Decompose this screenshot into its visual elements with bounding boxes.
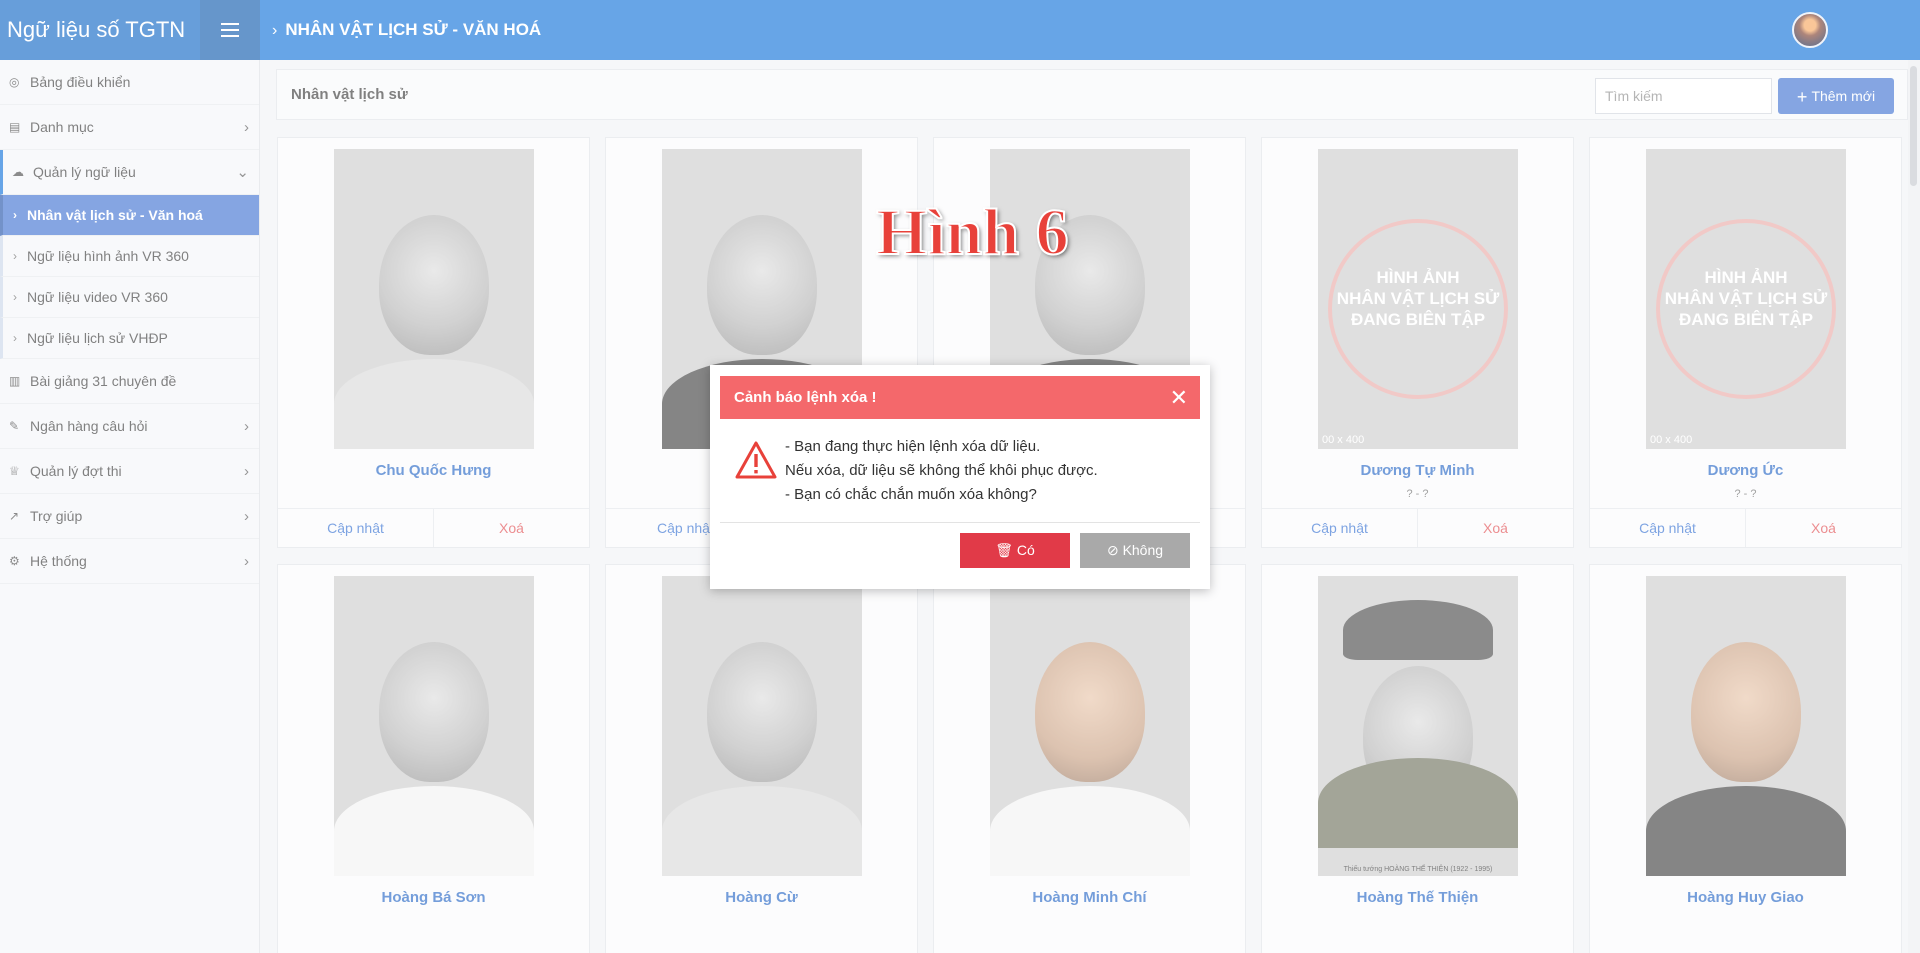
dialog-header: Cảnh báo lệnh xóa ! ✕: [720, 376, 1200, 419]
delete-confirm-dialog: Cảnh báo lệnh xóa ! ✕ - Bạn đang thực hi…: [710, 365, 1210, 589]
dialog-line: - Bạn có chắc chắn muốn xóa không?: [785, 486, 1037, 503]
confirm-delete-button[interactable]: 🗑︎ Có: [960, 533, 1070, 568]
dialog-line: Nếu xóa, dữ liệu sẽ không thể khôi phục …: [785, 462, 1098, 479]
dialog-message: - Bạn đang thực hiện lệnh xóa dữ liệu. N…: [785, 435, 1098, 507]
dialog-divider: [720, 522, 1200, 523]
confirm-label: Có: [1016, 542, 1035, 558]
cancel-label: Không: [1122, 542, 1164, 558]
close-icon[interactable]: ✕: [1170, 376, 1188, 419]
figure-label: Hình 6: [875, 195, 1070, 270]
ban-icon: ⊘: [1106, 542, 1123, 558]
warning-icon: [735, 441, 777, 479]
trash-icon: 🗑︎: [995, 542, 1017, 558]
dialog-line: - Bạn đang thực hiện lệnh xóa dữ liệu.: [785, 438, 1041, 455]
dialog-title: Cảnh báo lệnh xóa !: [734, 389, 877, 406]
cancel-delete-button[interactable]: ⊘ Không: [1080, 533, 1190, 568]
